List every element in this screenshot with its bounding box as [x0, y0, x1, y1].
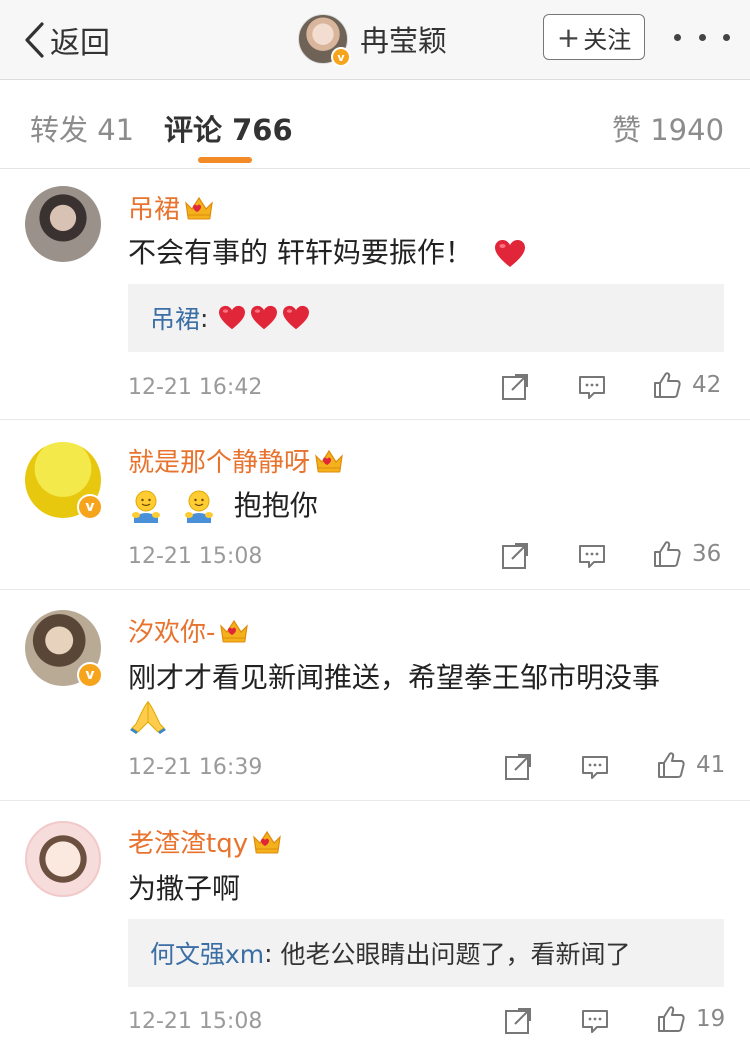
comment-item: v 就是那个静静呀 抱抱你 12-21 15:08 36 — [0, 420, 750, 590]
follow-button[interactable]: + 关注 — [543, 14, 645, 60]
repost-icon — [500, 372, 530, 402]
comment-timestamp: 12-21 16:39 — [128, 755, 263, 780]
repost-icon — [500, 541, 530, 571]
comment-username[interactable]: 吊裙 — [128, 189, 180, 226]
follow-label: 关注 — [583, 25, 632, 54]
verified-badge-icon: v — [77, 662, 103, 688]
comment-username[interactable]: 汐欢你- — [128, 612, 215, 649]
active-tab-indicator — [198, 157, 252, 163]
like-button[interactable]: 19 — [656, 1004, 725, 1034]
crown-icon — [252, 829, 282, 855]
crown-icon — [184, 195, 214, 221]
heart-icon — [218, 305, 246, 331]
repost-button[interactable] — [500, 541, 530, 571]
reply-text: 他老公眼睛出问题了，看新闻了 — [272, 940, 631, 969]
more-dot-icon — [698, 33, 706, 41]
verified-badge-icon: v — [77, 494, 103, 520]
like-count: 19 — [696, 1006, 726, 1032]
reply-username[interactable]: 吊裙 — [150, 300, 200, 336]
more-dot-icon — [674, 33, 681, 41]
heart-icon — [250, 305, 278, 331]
comment-header: 老渣渣tqy — [128, 823, 282, 860]
comment-header: 就是那个静静呀 — [128, 442, 344, 479]
like-button[interactable]: 42 — [652, 370, 721, 400]
comment-timestamp: 12-21 15:08 — [128, 1009, 263, 1034]
avatar[interactable] — [25, 821, 101, 897]
reply-button[interactable] — [577, 541, 607, 571]
avatar[interactable]: v — [25, 442, 103, 520]
avatar[interactable]: v — [25, 610, 103, 688]
verified-badge-icon: v — [331, 47, 351, 67]
comment-item: 老渣渣tqy 为撒子啊 何文强xm : 他老公眼睛出问题了，看新闻了 12-21… — [0, 801, 750, 1042]
reply-separator: : — [264, 938, 273, 968]
comment-item: v 汐欢你- 刚才才看见新闻推送，希望拳王邹市明没事 12-21 16:39 4… — [0, 590, 750, 801]
hug-emoji-icon — [181, 489, 217, 525]
comment-icon — [577, 372, 607, 402]
hug-emoji-icon — [128, 489, 164, 525]
reply-separator: : — [200, 303, 209, 333]
heart-icon — [282, 305, 310, 331]
comment-text-row: 不会有事的 轩轩妈要振作！ — [128, 231, 526, 271]
top-navigation-bar: 返回 v 冉莹颖 + 关注 — [0, 0, 750, 80]
more-options-button[interactable] — [674, 22, 730, 52]
tab-comments[interactable]: 评论 766 — [164, 107, 293, 149]
repost-button[interactable] — [503, 752, 533, 782]
back-button[interactable]: 返回 — [22, 18, 110, 62]
comment-timestamp: 12-21 16:42 — [128, 375, 263, 400]
like-count: 36 — [692, 541, 722, 567]
comment-username[interactable]: 就是那个静静呀 — [128, 442, 310, 479]
heart-icon — [494, 239, 526, 269]
like-count: 42 — [692, 372, 722, 398]
comment-text-row: 抱抱你 — [128, 484, 318, 525]
praying-hands-icon — [128, 698, 168, 734]
thumbs-up-icon — [656, 750, 686, 780]
like-count: 41 — [696, 752, 726, 778]
repost-icon — [503, 752, 533, 782]
reply-preview[interactable]: 何文强xm : 他老公眼睛出问题了，看新闻了 — [128, 919, 724, 987]
avatar[interactable] — [25, 186, 101, 262]
crown-icon — [314, 448, 344, 474]
profile-header[interactable]: v 冉莹颖 — [298, 14, 448, 67]
comment-text: 抱抱你 — [233, 489, 318, 522]
tab-likes[interactable]: 赞 1940 — [612, 107, 724, 149]
comment-text: 刚才才看见新闻推送，希望拳王邹市明没事 — [128, 661, 661, 694]
repost-button[interactable] — [503, 1006, 533, 1036]
reply-username[interactable]: 何文强xm — [150, 935, 264, 971]
like-button[interactable]: 41 — [656, 750, 725, 780]
comment-timestamp: 12-21 15:08 — [128, 544, 263, 569]
reply-button[interactable] — [580, 752, 610, 782]
crown-icon — [219, 618, 249, 644]
comment-text: 为撒子啊 — [128, 872, 241, 905]
comment-icon — [577, 541, 607, 571]
repost-button[interactable] — [500, 372, 530, 402]
comment-text: 不会有事的 轩轩妈要振作！ — [128, 236, 473, 269]
comment-icon — [580, 1006, 610, 1036]
plus-icon: + — [556, 20, 581, 54]
comment-username[interactable]: 老渣渣tqy — [128, 823, 248, 860]
repost-icon — [503, 1006, 533, 1036]
tab-reposts[interactable]: 转发 41 — [30, 107, 134, 149]
comment-header: 吊裙 — [128, 189, 214, 226]
like-button[interactable]: 36 — [652, 539, 721, 569]
thumbs-up-icon — [652, 370, 682, 400]
comment-icon — [580, 752, 610, 782]
avatar[interactable]: v — [298, 14, 351, 67]
more-dot-icon — [723, 33, 730, 41]
reply-button[interactable] — [580, 1006, 610, 1036]
back-label: 返回 — [50, 26, 110, 61]
reply-preview[interactable]: 吊裙 : — [128, 284, 724, 352]
reply-button[interactable] — [577, 372, 607, 402]
comment-item: 吊裙 不会有事的 轩轩妈要振作！ 吊裙 : 12-21 16:42 42 — [0, 169, 750, 420]
chevron-left-icon — [25, 22, 44, 58]
thumbs-up-icon — [656, 1004, 686, 1034]
profile-name: 冉莹颖 — [360, 24, 448, 58]
tab-bar: 转发 41 评论 766 赞 1940 — [0, 81, 750, 169]
comment-header: 汐欢你- — [128, 612, 249, 649]
thumbs-up-icon — [652, 539, 682, 569]
